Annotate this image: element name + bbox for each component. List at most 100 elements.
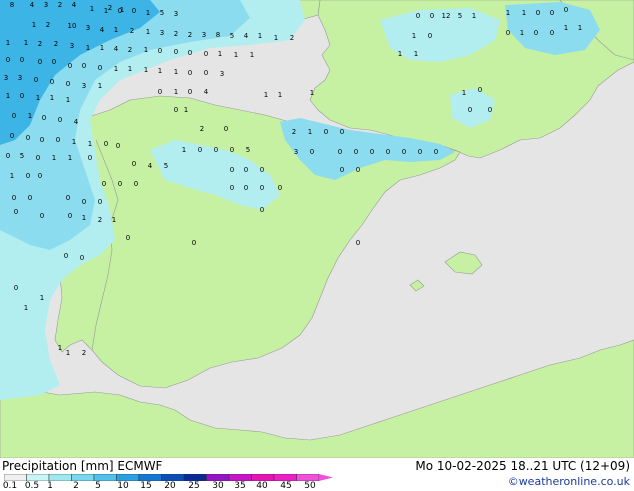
precip-value-label: 1 — [112, 216, 116, 224]
precip-value-label: 3 — [294, 148, 298, 156]
precip-value-label: 0 — [50, 78, 54, 86]
precip-value-label: 2 — [290, 34, 294, 42]
precip-value-label: 0 — [68, 212, 72, 220]
precip-value-label: 0 — [132, 160, 136, 168]
precip-value-label: 3 — [4, 74, 8, 82]
precip-value-label: 5 — [458, 12, 462, 20]
precip-value-label: 0 — [386, 148, 390, 156]
legend-swatch — [228, 474, 252, 481]
precip-value-label: 3 — [70, 42, 74, 50]
precip-value-label: 2 — [38, 40, 42, 48]
precip-value-label: 0 — [230, 146, 234, 154]
precip-value-label: 1 — [72, 138, 76, 146]
precip-value-label: 2 — [108, 4, 112, 12]
legend-swatch — [48, 474, 72, 481]
precip-value-label: 8 — [216, 31, 220, 39]
legend-color-bar — [4, 474, 333, 481]
precip-value-label: 1 — [520, 29, 524, 37]
precip-value-label: 3 — [202, 31, 206, 39]
precip-value-label: 0 — [468, 106, 472, 114]
precip-value-label: 1 — [308, 128, 312, 136]
precip-value-label: 0 — [430, 12, 434, 20]
precip-value-label: 0 — [20, 56, 24, 64]
precip-value-label: 0 — [416, 12, 420, 20]
precip-value-label: 0 — [26, 172, 30, 180]
precip-value-label: 0 — [66, 80, 70, 88]
precip-value-label: 1 — [6, 92, 10, 100]
precip-value-label: 1 — [144, 46, 148, 54]
precip-value-label: 2 — [174, 30, 178, 38]
precip-value-label: 0 — [14, 208, 18, 216]
precip-value-label: 1 — [412, 32, 416, 40]
legend-swatch — [138, 474, 162, 481]
precip-value-label: 1 — [66, 349, 70, 357]
precip-value-label: 1 — [6, 39, 10, 47]
precip-value-label: 0 — [42, 114, 46, 122]
precip-value-label: 5 — [164, 162, 168, 170]
precip-value-label: 1 — [184, 106, 188, 114]
precip-value-label: 0 — [52, 58, 56, 66]
precip-value-label: 2 — [46, 21, 50, 29]
precip-value-label: 4 — [74, 118, 79, 126]
precip-value-label: 0 — [12, 194, 16, 202]
precip-value-label: 0 — [550, 29, 554, 37]
precip-value-label: 3 — [86, 24, 90, 32]
precip-value-label: 0 — [28, 194, 32, 202]
precip-value-label: 1 — [182, 146, 186, 154]
precip-value-label: 4 — [30, 1, 35, 9]
precip-value-label: 2 — [54, 40, 58, 48]
credit-link[interactable]: ©weatheronline.co.uk — [508, 475, 630, 488]
precip-value-label: 1 — [114, 65, 118, 73]
precip-value-label: 3 — [44, 1, 48, 9]
precip-value-label: 2 — [58, 1, 62, 9]
precip-value-label: 1 — [398, 50, 402, 58]
precip-value-label: 2 — [130, 27, 134, 35]
precip-value-label: 4 — [244, 32, 249, 40]
precip-value-label: 1 — [414, 50, 418, 58]
precip-value-label: 0 — [64, 252, 68, 260]
legend-arrow — [319, 474, 333, 481]
precip-value-label: 0 — [310, 148, 314, 156]
legend-swatch — [161, 474, 185, 481]
precip-value-label: 0 — [80, 254, 84, 262]
precip-value-label: 0 — [132, 7, 136, 15]
precip-value-label: 1 — [100, 44, 104, 52]
map-title: Precipitation [mm] ECMWF — [2, 459, 163, 473]
valid-time: Mo 10-02-2025 18..21 UTC (12+09) — [415, 459, 630, 473]
legend-swatch — [183, 474, 207, 481]
precip-value-label: 0 — [174, 48, 178, 56]
precip-value-label: 1 — [274, 34, 278, 42]
precip-value-label: 1 — [264, 91, 268, 99]
precip-value-label: 2 — [200, 125, 204, 133]
precip-value-label: 1 — [24, 39, 28, 47]
precip-value-label: 1 — [462, 89, 466, 97]
map-footer: Precipitation [mm] ECMWF Mo 10-02-2025 1… — [0, 458, 634, 491]
precip-value-label: 1 — [250, 51, 254, 59]
precip-value-label: 0 — [40, 212, 44, 220]
precip-value-label: 0 — [402, 148, 406, 156]
precip-value-label: 0 — [68, 62, 72, 70]
precip-value-label: 0 — [370, 148, 374, 156]
precip-value-label: 0 — [174, 106, 178, 114]
precip-value-label: 1 — [578, 24, 582, 32]
precip-value-label: 0 — [116, 142, 120, 150]
precip-value-label: 4 — [114, 45, 119, 53]
legend-swatch — [4, 474, 27, 481]
legend-swatch — [93, 474, 117, 481]
precip-value-label: 0 — [158, 47, 162, 55]
precip-value-label: 1 — [114, 26, 118, 34]
precip-value-label: 0 — [536, 9, 540, 17]
precip-value-label: 0 — [534, 29, 538, 37]
precip-value-label: 1 — [174, 68, 178, 76]
precip-value-label: 0 — [38, 172, 42, 180]
precip-value-label: 0 — [564, 6, 568, 14]
precip-value-label: 1 — [36, 94, 40, 102]
precip-value-label: 3 — [174, 10, 178, 18]
precip-value-label: 1 — [88, 140, 92, 148]
precip-value-label: 1 — [82, 214, 86, 222]
precip-value-label: 1 — [218, 50, 222, 58]
precip-value-label: 1 — [58, 344, 62, 352]
precip-value-label: 2 — [128, 46, 132, 54]
precip-value-label: 2 — [292, 128, 296, 136]
precip-value-label: 0 — [56, 136, 60, 144]
